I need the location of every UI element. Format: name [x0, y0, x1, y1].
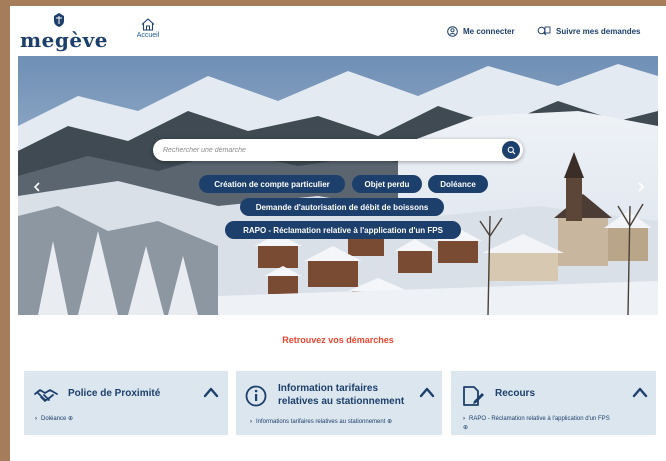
- card-link-doleance[interactable]: › Doléance ⊕: [35, 415, 73, 424]
- card-recours: Recours › RAPO - Réclamation relative à l…: [451, 371, 656, 435]
- card-title-line2: relatives au stationnement: [278, 396, 405, 407]
- search-icon: [507, 146, 515, 154]
- coat-of-arms-icon: [54, 13, 64, 27]
- card-police-proximite: Police de Proximité › Doléance ⊕: [24, 371, 228, 435]
- hero-banner: Création de compte particulier Objet per…: [18, 56, 658, 315]
- card-link-label: RAPO - Réclamation relative à l'applicat…: [469, 416, 610, 422]
- chevron-up-icon[interactable]: [202, 384, 220, 402]
- login-link[interactable]: Me connecter: [447, 26, 515, 37]
- login-label: Me connecter: [463, 27, 515, 36]
- quick-link-objet-perdu[interactable]: Objet perdu: [352, 175, 422, 193]
- chevron-up-icon[interactable]: [418, 384, 436, 402]
- site-header: megève Accueil Me connecter Suivre mes d…: [10, 6, 666, 56]
- home-label: Accueil: [136, 32, 160, 39]
- carousel-next-button[interactable]: [634, 180, 648, 194]
- chevron-right-icon: ›: [463, 416, 465, 422]
- card-information-tarifaires: Information tarifaires relatives au stat…: [236, 371, 442, 435]
- quick-link-doleance[interactable]: Doléance: [428, 175, 488, 193]
- quick-link-rapo[interactable]: RAPO - Réclamation relative à l'applicat…: [225, 221, 461, 239]
- user-circle-icon: [447, 26, 458, 37]
- home-icon: [141, 18, 155, 31]
- browser-page: megève Accueil Me connecter Suivre mes d…: [10, 6, 666, 461]
- card-link-external-icon: ⊕: [463, 425, 469, 431]
- megeve-logo[interactable]: megève: [20, 12, 107, 52]
- search-bar: [153, 139, 523, 161]
- logo-wordmark: megève: [20, 28, 108, 52]
- section-title: Retrouvez vos démarches: [282, 335, 394, 345]
- chevron-up-icon[interactable]: [631, 384, 649, 402]
- handshake-icon: [34, 389, 58, 402]
- chevron-right-icon: ›: [250, 419, 252, 425]
- card-link-label: Informations tarifaires relatives au sta…: [256, 419, 393, 425]
- document-pen-icon: [463, 386, 484, 406]
- chevron-right-icon: ›: [35, 416, 37, 422]
- card-title: Information tarifaires relatives au stat…: [278, 382, 404, 408]
- search-button[interactable]: [502, 141, 520, 159]
- home-link[interactable]: Accueil: [128, 18, 168, 46]
- search-document-icon: [537, 26, 551, 36]
- carousel-prev-button[interactable]: [30, 180, 44, 194]
- search-input[interactable]: [163, 143, 483, 157]
- quick-link-debit-boissons[interactable]: Demande d'autorisation de débit de boiss…: [240, 198, 444, 216]
- chevron-right-icon: [638, 182, 644, 192]
- track-requests-link[interactable]: Suivre mes demandes: [537, 26, 640, 37]
- chevron-left-icon: [34, 182, 40, 192]
- card-link-rapo[interactable]: › RAPO - Réclamation relative à l'applica…: [463, 415, 610, 433]
- card-title-line1: Information tarifaires: [278, 383, 379, 394]
- card-title: Recours: [495, 388, 536, 399]
- track-requests-label: Suivre mes demandes: [556, 27, 641, 36]
- card-link-info-tarifaires[interactable]: › Informations tarifaires relatives au st…: [250, 418, 392, 427]
- card-title: Police de Proximité: [68, 388, 161, 399]
- info-icon: [245, 385, 267, 407]
- quick-link-creation-compte[interactable]: Création de compte particulier: [199, 175, 345, 193]
- card-link-label: Doléance ⊕: [41, 416, 74, 422]
